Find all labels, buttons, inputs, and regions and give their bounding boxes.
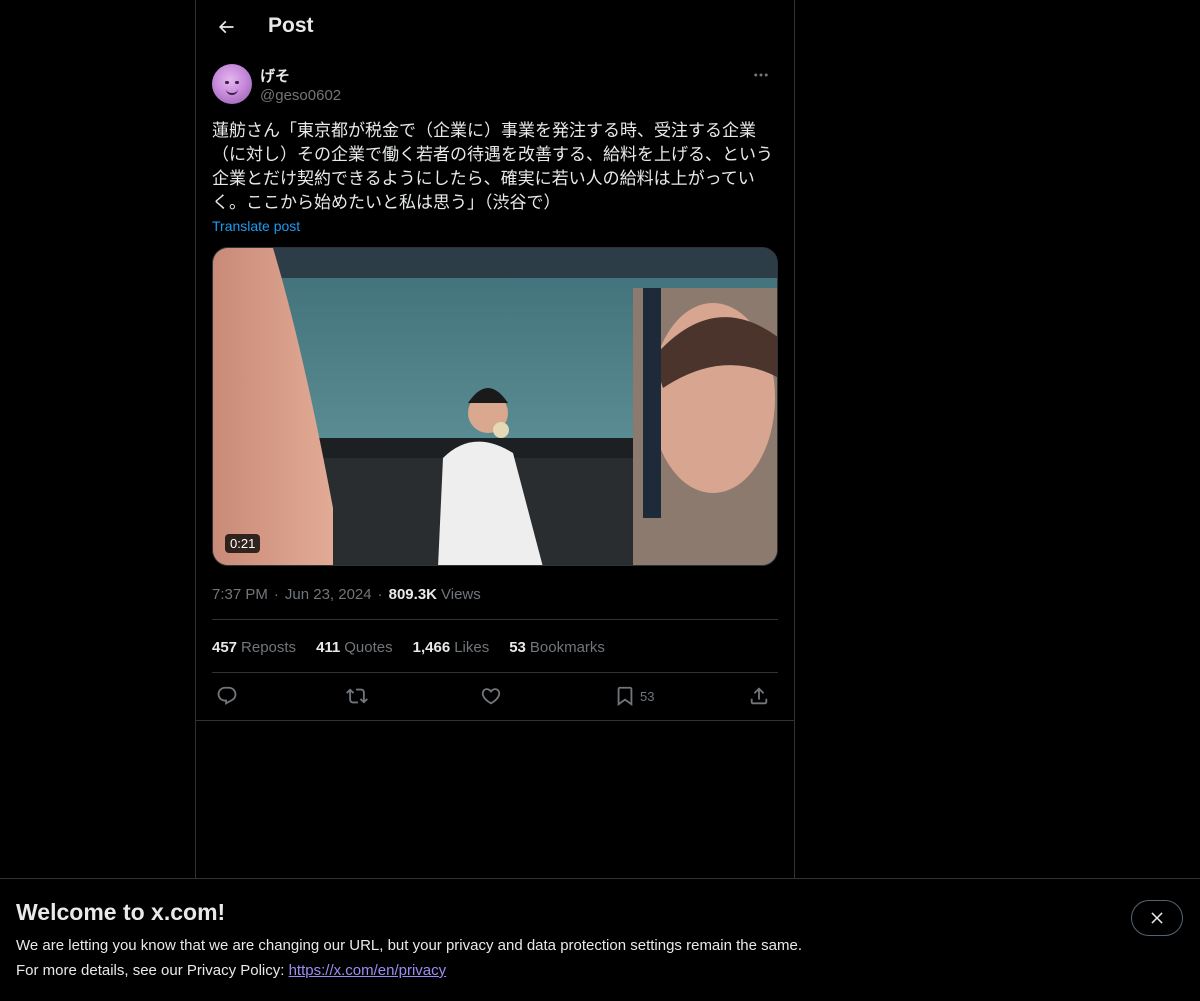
avatar[interactable] — [212, 64, 252, 104]
post-video[interactable]: 0:21 — [212, 247, 778, 566]
close-icon — [1151, 912, 1163, 924]
likes-count: 1,466 — [412, 638, 451, 656]
quotes-stat[interactable]: 411 Quotes — [316, 639, 393, 656]
author-name[interactable]: げそ — [260, 65, 290, 86]
share-icon — [750, 687, 768, 705]
arrow-left-icon — [218, 20, 234, 34]
post-date[interactable]: Jun 23, 2024 — [285, 586, 372, 603]
bookmarks-label: Bookmarks — [529, 638, 605, 656]
header: Post — [196, 0, 794, 54]
banner-title: Welcome to x.com! — [16, 899, 226, 925]
quotes-count: 411 — [316, 638, 341, 656]
banner-text-prefix: For more details, see our Privacy Policy… — [16, 962, 289, 979]
video-thumbnail — [213, 248, 777, 565]
likes-stat[interactable]: 1,466 Likes — [413, 639, 490, 656]
more-icon — [754, 73, 768, 77]
author-handle[interactable]: @geso0602 — [260, 87, 341, 104]
reposts-count: 457 — [212, 638, 238, 656]
banner-text-privacy: For more details, see our Privacy Policy… — [16, 962, 446, 979]
post-time[interactable]: 7:37 PM — [212, 586, 268, 603]
privacy-policy-link[interactable]: https://x.com/en/privacy — [289, 962, 447, 979]
reposts-stat[interactable]: 457 Reposts — [212, 639, 296, 656]
welcome-banner: Welcome to x.com! We are letting you kno… — [0, 878, 1200, 1001]
views-label: Views — [441, 585, 481, 603]
back-button[interactable] — [208, 9, 244, 45]
meta-separator: · — [377, 585, 383, 603]
bookmark-icon — [617, 686, 633, 707]
reposts-label: Reposts — [241, 638, 297, 656]
post-column: Post げそ @geso0602 蓮舫さん「東京都が税金で（企業に）事業を発注… — [195, 0, 795, 878]
bookmark-button[interactable]: 53 — [614, 681, 654, 711]
quotes-label: Quotes — [344, 638, 393, 656]
reply-button[interactable] — [216, 681, 238, 711]
share-button[interactable] — [748, 681, 770, 711]
views-count: 809.3K — [388, 585, 437, 603]
meta-separator: · — [273, 585, 279, 603]
post-stats: 457 Reposts 411 Quotes 1,466 Likes 53 Bo… — [212, 635, 625, 659]
divider — [212, 672, 778, 673]
video-duration: 0:21 — [225, 534, 261, 553]
banner-text: We are letting you know that we are chan… — [16, 937, 802, 954]
heart-icon — [481, 688, 501, 705]
post-actions: 53 — [212, 681, 778, 711]
page-title: Post — [268, 14, 314, 37]
more-options-button[interactable] — [744, 64, 778, 86]
bookmarks-count: 53 — [509, 638, 526, 656]
reply-icon — [217, 686, 237, 705]
like-button[interactable] — [480, 681, 502, 711]
translate-post-link[interactable]: Translate post — [212, 218, 300, 234]
repost-button[interactable] — [346, 681, 368, 711]
post-author: げそ @geso0602 — [212, 64, 778, 108]
divider — [212, 619, 778, 620]
bookmarks-stat[interactable]: 53 Bookmarks — [509, 639, 605, 656]
likes-label: Likes — [454, 638, 490, 656]
post-text: 蓮舫さん「東京都が税金で（企業に）事業を発注する時、受注する企業（に対し）その企… — [212, 121, 773, 212]
close-banner-button[interactable] — [1131, 900, 1183, 936]
divider — [196, 720, 794, 721]
post-meta: 7:37 PM · Jun 23, 2024 · 809.3K Views — [212, 583, 481, 605]
bookmark-count: 53 — [640, 688, 655, 704]
repost-icon — [346, 688, 368, 704]
